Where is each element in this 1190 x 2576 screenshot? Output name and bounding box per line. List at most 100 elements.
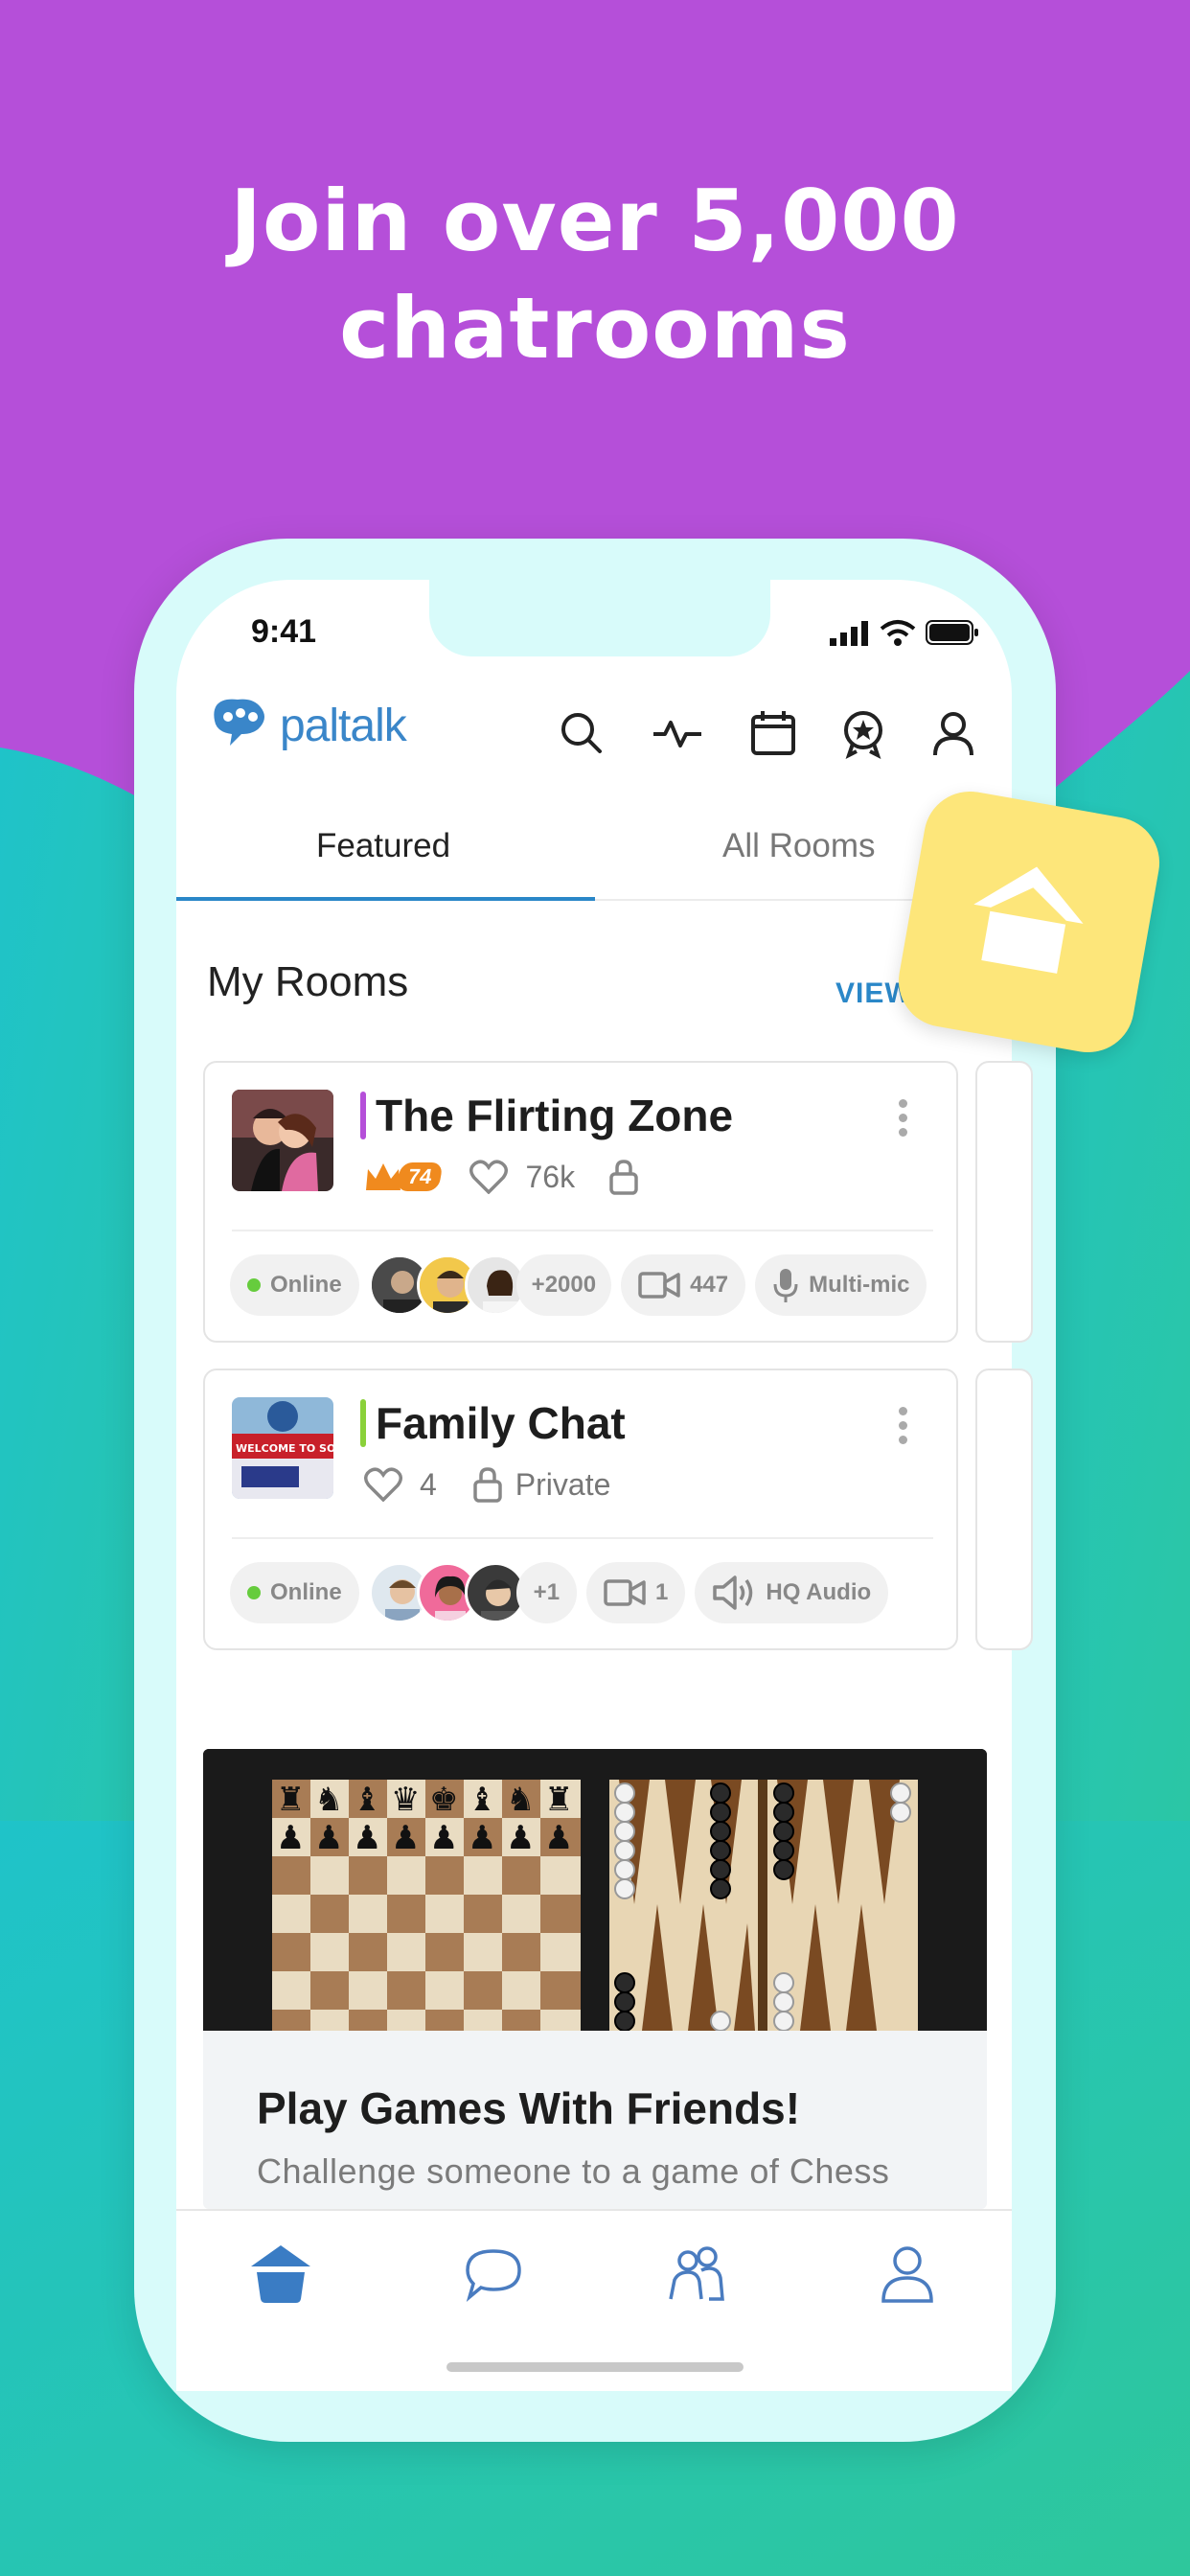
- thumb-sign-text: WELCOME TO SOLLEY'S FA: [236, 1442, 333, 1455]
- crown-badge: 74: [364, 1162, 445, 1192]
- like-count: 4: [420, 1466, 437, 1502]
- room-menu-icon[interactable]: [899, 1099, 908, 1142]
- video-camera-icon: [638, 1272, 680, 1299]
- my-rooms-title: My Rooms: [207, 958, 409, 1005]
- paltalk-logo[interactable]: paltalk: [211, 698, 407, 753]
- svg-text:♝: ♝: [468, 1781, 496, 1819]
- more-users-count: +1: [533, 1579, 561, 1605]
- games-banner-description: Challenge someone to a game of Chess: [257, 2151, 890, 2191]
- games-banner-title: Play Games With Friends!: [257, 2083, 801, 2133]
- video-camera-icon: [604, 1579, 646, 1606]
- room-name[interactable]: The Flirting Zone: [376, 1090, 733, 1141]
- games-banner[interactable]: ♜ ♞ ♝ ♛ ♚ ♝ ♞ ♜ ♟ ♟ ♟ ♟ ♟ ♟ ♟ ♟ Play Gam…: [203, 1749, 987, 2209]
- room-card[interactable]: WELCOME TO SOLLEY'S FA Family Chat 4 Pri…: [203, 1368, 958, 1650]
- tab-featured[interactable]: Featured: [316, 827, 450, 865]
- home-fab[interactable]: [891, 784, 1167, 1060]
- online-dot: [247, 1278, 261, 1292]
- battery-icon: [926, 620, 978, 645]
- card-divider: [232, 1537, 933, 1539]
- svg-text:♟: ♟: [314, 1819, 343, 1857]
- logo-text: paltalk: [280, 700, 407, 751]
- online-label: Online: [270, 1272, 342, 1298]
- video-count: 447: [690, 1272, 729, 1298]
- more-users-count: +2000: [531, 1272, 597, 1298]
- video-count: 1: [655, 1579, 669, 1605]
- svg-text:♟: ♟: [276, 1819, 305, 1857]
- user-avatars[interactable]: +1: [368, 1562, 578, 1623]
- room-accent-bar: [360, 1092, 366, 1139]
- room-name[interactable]: Family Chat: [376, 1397, 626, 1449]
- room-chips: Online +1 1 HQ Audio: [230, 1562, 889, 1623]
- room-accent-bar: [360, 1399, 366, 1447]
- wifi-icon: [880, 620, 916, 646]
- search-icon[interactable]: [556, 707, 607, 759]
- tab-all-rooms[interactable]: All Rooms: [722, 827, 875, 865]
- crown-level: 74: [396, 1162, 445, 1191]
- online-label: Online: [270, 1579, 342, 1605]
- video-chip: 1: [586, 1562, 686, 1623]
- more-users-chip: +1: [515, 1562, 578, 1623]
- friends-icon[interactable]: [663, 2240, 730, 2307]
- heart-icon[interactable]: [469, 1160, 509, 1194]
- room-card-peek[interactable]: [975, 1061, 1033, 1343]
- audio-chip: Multi-mic: [755, 1254, 927, 1316]
- speaker-icon: [713, 1576, 753, 1610]
- svg-text:♜: ♜: [544, 1781, 573, 1819]
- headline-line-1: Join over 5,000: [230, 172, 960, 270]
- user-avatars[interactable]: +2000: [368, 1254, 612, 1316]
- activity-icon[interactable]: [646, 707, 709, 759]
- active-tab-indicator: [176, 897, 595, 901]
- room-meta: 4 Private: [364, 1466, 610, 1503]
- room-thumbnail: [232, 1090, 333, 1191]
- room-meta: 74 76k: [364, 1159, 640, 1195]
- header-icons: [556, 707, 979, 759]
- calendar-icon[interactable]: [747, 707, 799, 759]
- svg-text:♟: ♟: [544, 1819, 573, 1857]
- tab-bar: Featured All Rooms: [176, 810, 1012, 901]
- signal-icon: [830, 621, 868, 646]
- room-card[interactable]: The Flirting Zone 74 76k Online +2000 44…: [203, 1061, 958, 1343]
- like-count: 76k: [525, 1159, 576, 1194]
- online-dot: [247, 1586, 261, 1599]
- audio-label: Multi-mic: [809, 1272, 910, 1298]
- svg-text:♟: ♟: [506, 1819, 535, 1857]
- room-chips: Online +2000 447 Multi-mic: [230, 1254, 927, 1316]
- logo-icon: [214, 699, 264, 746]
- headline: Join over 5,000 chatrooms: [0, 168, 1190, 382]
- heart-icon[interactable]: [364, 1467, 402, 1502]
- svg-text:♟: ♟: [429, 1819, 458, 1857]
- svg-text:♟: ♟: [468, 1819, 496, 1857]
- house-icon: [973, 866, 1084, 974]
- status-time: 9:41: [251, 613, 317, 650]
- online-chip: Online: [230, 1254, 359, 1316]
- lock-icon: [609, 1160, 638, 1195]
- svg-text:♟: ♟: [353, 1819, 381, 1857]
- lock-icon: [473, 1467, 502, 1503]
- svg-text:♛: ♛: [391, 1781, 420, 1819]
- privacy-label: Private: [515, 1466, 611, 1502]
- audio-label: HQ Audio: [766, 1579, 872, 1605]
- profile-icon[interactable]: [927, 707, 979, 759]
- headline-line-2: chatrooms: [339, 279, 851, 378]
- chat-icon[interactable]: [460, 2240, 527, 2307]
- profile-icon[interactable]: [874, 2240, 941, 2307]
- badge-icon[interactable]: [837, 707, 889, 759]
- more-users-chip: +2000: [515, 1254, 612, 1316]
- svg-text:♜: ♜: [276, 1781, 305, 1819]
- svg-text:♟: ♟: [391, 1819, 420, 1857]
- svg-text:♞: ♞: [506, 1781, 535, 1819]
- svg-text:♝: ♝: [353, 1781, 381, 1819]
- svg-text:♞: ♞: [314, 1781, 343, 1819]
- room-thumbnail: WELCOME TO SOLLEY'S FA: [232, 1397, 333, 1499]
- audio-chip: HQ Audio: [695, 1562, 889, 1623]
- room-card-peek[interactable]: [975, 1368, 1033, 1650]
- crown-icon: [366, 1163, 400, 1190]
- home-indicator: [446, 2362, 744, 2372]
- video-chip: 447: [621, 1254, 746, 1316]
- svg-text:♚: ♚: [429, 1781, 458, 1819]
- room-menu-icon[interactable]: [899, 1407, 908, 1450]
- games-banner-image: ♜ ♞ ♝ ♛ ♚ ♝ ♞ ♜ ♟ ♟ ♟ ♟ ♟ ♟ ♟ ♟: [203, 1749, 987, 2032]
- card-divider: [232, 1230, 933, 1231]
- home-icon[interactable]: [247, 2240, 314, 2307]
- microphone-icon: [773, 1269, 798, 1302]
